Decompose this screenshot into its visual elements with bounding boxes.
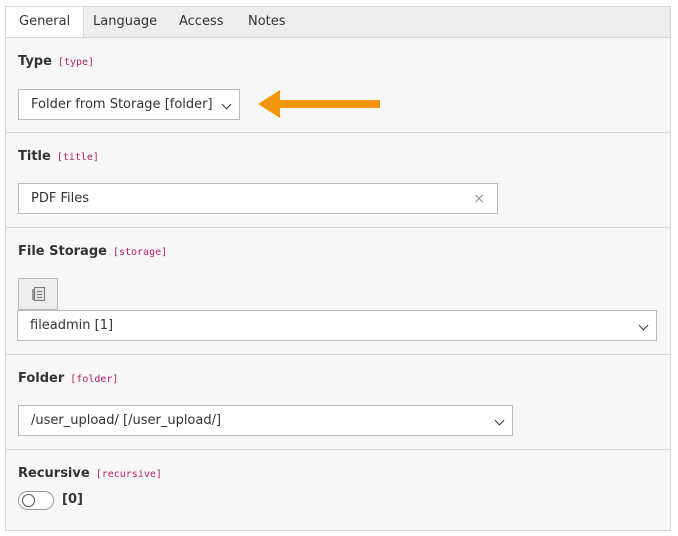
recursive-value: [0] [62,492,83,507]
title-code: [title] [56,152,99,163]
tab-general[interactable]: General [6,7,85,40]
arrow-left-icon [258,90,380,118]
folder-select-value: /user_upload/ [/user_upload/] [31,413,222,428]
folder-section: Folder [folder] /user_upload/ [/user_uplo… [6,355,670,450]
tab-notes[interactable]: Notes [235,7,299,39]
document-icon [32,287,45,301]
recursive-section: Recursive [recursive] [0] [6,450,670,530]
arrow-shaft [274,100,380,108]
title-label: Title [title] [18,149,99,164]
recursive-toggle[interactable] [18,491,54,510]
tab-language[interactable]: Language [80,7,170,39]
storage-select[interactable]: fileadmin [1] [17,310,657,341]
type-select[interactable]: Folder from Storage [folder] [18,89,240,120]
recursive-label: Recursive [recursive] [18,466,162,481]
storage-select-value: fileadmin [1] [30,318,114,333]
folder-code: [folder] [70,374,119,385]
title-section: Title [title] PDF Files × [6,133,670,228]
type-code: [type] [57,57,95,68]
title-input-value: PDF Files [31,191,89,206]
title-input[interactable]: PDF Files × [18,183,498,214]
clear-icon[interactable]: × [473,184,485,214]
storage-code: [storage] [112,247,168,258]
chevron-down-icon [494,415,505,426]
tab-bar: General Language Access Notes [5,6,671,40]
recursive-code: [recursive] [95,469,162,480]
storage-section: File Storage [storage] fileadmin [1] [6,228,670,355]
chevron-down-icon [638,320,649,331]
arrow-head [258,90,280,118]
chevron-down-icon [221,99,232,110]
type-select-value: Folder from Storage [folder] [31,97,213,112]
storage-edit-button[interactable] [18,278,58,310]
storage-label: File Storage [storage] [18,244,168,259]
folder-select[interactable]: /user_upload/ [/user_upload/] [18,405,513,436]
type-label: Type [type] [18,54,95,69]
toggle-knob [22,494,35,507]
tab-access[interactable]: Access [166,7,237,39]
folder-label: Folder [folder] [18,371,119,386]
